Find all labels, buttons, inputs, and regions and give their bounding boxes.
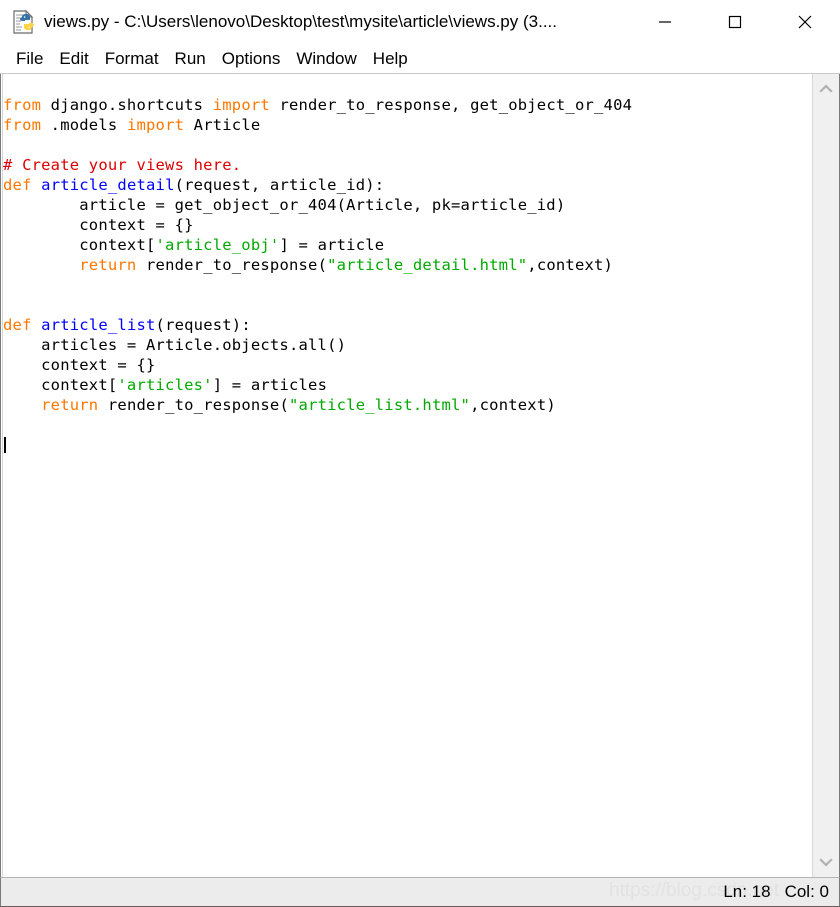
menu-item-file[interactable]: File bbox=[8, 45, 51, 73]
code-line: articles = Article.objects.all() bbox=[3, 336, 347, 354]
minimize-button[interactable] bbox=[630, 0, 700, 44]
close-button[interactable] bbox=[770, 0, 840, 44]
text-cursor bbox=[4, 437, 6, 453]
code-line: return render_to_response("article_list.… bbox=[41, 396, 556, 414]
code-text: from django.shortcuts import render_to_r… bbox=[3, 75, 812, 495]
idle-editor-window: views.py - C:\Users\lenovo\Desktop\test\… bbox=[0, 0, 840, 907]
python-file-icon bbox=[10, 9, 36, 35]
status-line-number: Ln: 18 bbox=[723, 882, 771, 901]
title-bar[interactable]: views.py - C:\Users\lenovo\Desktop\test\… bbox=[0, 0, 840, 44]
code-line: context['article_obj'] = article bbox=[3, 236, 385, 254]
menu-item-window[interactable]: Window bbox=[288, 45, 364, 73]
scroll-up-arrow[interactable] bbox=[813, 74, 839, 104]
window-title: views.py - C:\Users\lenovo\Desktop\test\… bbox=[44, 12, 557, 31]
menu-item-options[interactable]: Options bbox=[214, 45, 289, 73]
code-line: # Create your views here. bbox=[3, 156, 242, 174]
window-controls bbox=[630, 0, 840, 44]
code-line: def article_list(request): bbox=[3, 316, 251, 334]
scroll-down-arrow[interactable] bbox=[813, 847, 839, 877]
menu-item-format[interactable]: Format bbox=[97, 45, 167, 73]
menu-item-run[interactable]: Run bbox=[167, 45, 214, 73]
scrollbar-track[interactable] bbox=[813, 104, 839, 847]
code-editor[interactable]: from django.shortcuts import render_to_r… bbox=[3, 74, 812, 877]
code-line: context = {} bbox=[3, 216, 194, 234]
menu-item-edit[interactable]: Edit bbox=[51, 45, 96, 73]
code-line: from .models import Article bbox=[3, 116, 261, 134]
code-line: article = get_object_or_404(Article, pk=… bbox=[3, 196, 566, 214]
code-line: from django.shortcuts import render_to_r… bbox=[3, 96, 633, 114]
code-line bbox=[3, 435, 812, 455]
code-line: context['articles'] = articles bbox=[3, 376, 328, 394]
editor-body: from django.shortcuts import render_to_r… bbox=[0, 74, 840, 877]
menu-bar: File Edit Format Run Options Window Help bbox=[0, 44, 840, 74]
code-line: context = {} bbox=[3, 356, 156, 374]
maximize-button[interactable] bbox=[700, 0, 770, 44]
code-line: def article_detail(request, article_id): bbox=[3, 176, 385, 194]
status-bar: https://blog.csdn.net Ln: 18 Col: 0 bbox=[0, 877, 840, 907]
vertical-scrollbar[interactable] bbox=[812, 74, 840, 877]
status-column-number: Col: 0 bbox=[784, 882, 829, 901]
code-line: return render_to_response("article_detai… bbox=[79, 256, 614, 274]
menu-item-help[interactable]: Help bbox=[365, 45, 416, 73]
